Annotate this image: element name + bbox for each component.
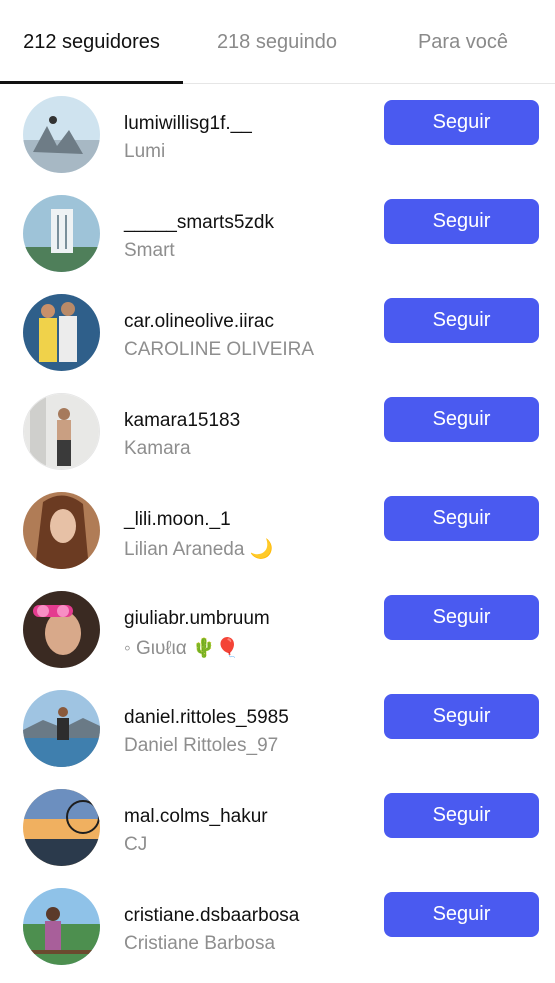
- avatar-photo: [24, 394, 99, 469]
- list-item[interactable]: _____smarts5zdk Smart Seguir: [0, 183, 555, 282]
- follow-button[interactable]: Seguir: [384, 595, 539, 640]
- username[interactable]: _____smarts5zdk: [124, 212, 274, 234]
- avatar[interactable]: [23, 789, 100, 866]
- follow-button[interactable]: Seguir: [384, 496, 539, 541]
- full-name: CJ: [124, 834, 148, 855]
- full-name: Lumi: [124, 141, 166, 162]
- follow-button[interactable]: Seguir: [384, 892, 539, 937]
- avatar-photo: [23, 294, 100, 371]
- avatar[interactable]: [23, 888, 100, 965]
- full-name: Daniel Rittoles_97: [124, 735, 279, 756]
- list-item[interactable]: daniel.rittoles_5985 Daniel Rittoles_97 …: [0, 678, 555, 777]
- avatar-photo: [23, 492, 100, 569]
- username[interactable]: _lili.moon._1: [124, 509, 231, 531]
- list-item[interactable]: mal.colms_hakur CJ Seguir: [0, 777, 555, 876]
- full-name: CAROLINE OLIVEIRA: [124, 339, 315, 360]
- avatar[interactable]: [23, 690, 100, 767]
- follow-button[interactable]: Seguir: [384, 397, 539, 442]
- username[interactable]: lumiwillisg1f.__: [124, 113, 252, 135]
- follow-button[interactable]: Seguir: [384, 694, 539, 739]
- follow-button[interactable]: Seguir: [384, 199, 539, 244]
- follow-button[interactable]: Seguir: [384, 100, 539, 145]
- username[interactable]: cristiane.dsbaarbosa: [124, 905, 299, 927]
- full-name: Kamara: [124, 438, 191, 459]
- list-item[interactable]: car.olineolive.iirac CAROLINE OLIVEIRA S…: [0, 282, 555, 381]
- full-name: ◦ Gιυℓια 🌵🎈: [124, 638, 240, 659]
- avatar-photo: [23, 888, 100, 965]
- full-name: Smart: [124, 240, 175, 261]
- avatar-photo: [23, 690, 100, 767]
- follow-button[interactable]: Seguir: [384, 793, 539, 838]
- list-item[interactable]: lumiwillisg1f.__ Lumi Seguir: [0, 84, 555, 183]
- username[interactable]: giuliabr.umbruum: [124, 608, 270, 630]
- avatar-photo: [23, 96, 100, 173]
- avatar-photo: [23, 591, 100, 668]
- username[interactable]: mal.colms_hakur: [124, 806, 268, 828]
- tab-bar: 212 seguidores 218 seguindo Para você: [0, 0, 555, 84]
- full-name: Cristiane Barbosa: [124, 933, 276, 954]
- avatar-photo: [23, 789, 100, 866]
- avatar-photo: [23, 195, 100, 272]
- avatar[interactable]: [23, 591, 100, 668]
- list-item[interactable]: kamara15183 Kamara Seguir: [0, 381, 555, 480]
- username[interactable]: kamara15183: [124, 410, 240, 432]
- tab-followers[interactable]: 212 seguidores: [0, 0, 183, 84]
- list-item[interactable]: _lili.moon._1 Lilian Araneda 🌙 Seguir: [0, 480, 555, 579]
- username[interactable]: car.olineolive.iirac: [124, 311, 274, 333]
- follow-button[interactable]: Seguir: [384, 298, 539, 343]
- tab-following[interactable]: 218 seguindo: [183, 0, 371, 84]
- username[interactable]: daniel.rittoles_5985: [124, 707, 289, 729]
- list-item[interactable]: giuliabr.umbruum ◦ Gιυℓια 🌵🎈 Seguir: [0, 579, 555, 678]
- avatar[interactable]: [23, 96, 100, 173]
- list-item[interactable]: cristiane.dsbaarbosa Cristiane Barbosa S…: [0, 876, 555, 975]
- avatar[interactable]: [23, 492, 100, 569]
- avatar[interactable]: [23, 393, 100, 470]
- avatar[interactable]: [23, 195, 100, 272]
- avatar[interactable]: [23, 294, 100, 371]
- tab-for-you[interactable]: Para você: [371, 0, 555, 84]
- full-name: Lilian Araneda 🌙: [124, 539, 274, 560]
